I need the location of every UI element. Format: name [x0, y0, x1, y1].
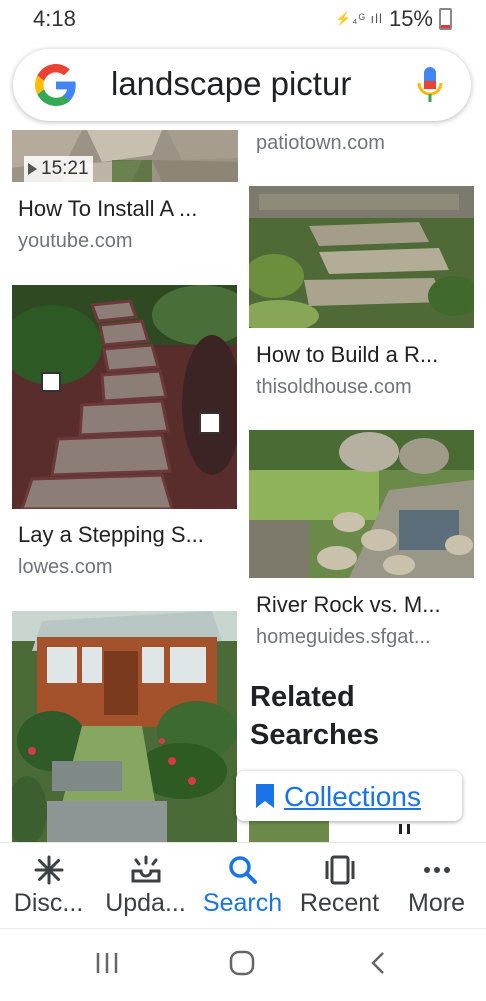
river-rock-image: [249, 430, 474, 578]
back-icon[interactable]: [368, 949, 388, 977]
result-source[interactable]: patiotown.com: [256, 132, 385, 155]
related-searches-heading: Related Searches: [250, 678, 379, 754]
system-navigation: [0, 928, 486, 1001]
nav-label: More: [408, 889, 465, 917]
nav-label: Recent: [299, 889, 380, 917]
play-icon: [28, 163, 37, 175]
nav-search[interactable]: Search: [194, 843, 291, 929]
video-duration-badge: 15:21: [24, 156, 93, 182]
asterisk-icon: [34, 855, 63, 885]
recent-apps-icon[interactable]: [94, 949, 120, 977]
video-duration: 15:21: [41, 158, 89, 179]
nav-label: Search: [202, 889, 283, 917]
greenhouse-image: [12, 611, 237, 842]
recent-icon: [325, 855, 354, 885]
more-icon: [423, 867, 450, 873]
result-title[interactable]: How to Build a R...: [256, 342, 438, 368]
result-title[interactable]: How To Install A ...: [18, 196, 197, 222]
result-thumbnail[interactable]: [249, 430, 474, 578]
related-heading-line2: Searches: [250, 719, 379, 751]
result-thumbnail[interactable]: [12, 285, 237, 509]
result-thumbnail[interactable]: 15:21: [12, 130, 238, 182]
result-source[interactable]: youtube.com: [18, 230, 133, 253]
signal-icon: ⚡₄ᴳ ıll: [335, 11, 383, 26]
status-right: ⚡₄ᴳ ıll 15%: [335, 6, 452, 32]
search-box[interactable]: landscape pictur: [13, 49, 471, 121]
stone-steps-image: [249, 186, 474, 328]
result-title[interactable]: River Rock vs. M...: [256, 592, 441, 618]
nav-recent[interactable]: Recent: [291, 843, 388, 929]
search-input[interactable]: landscape pictur: [111, 65, 397, 103]
nav-more[interactable]: More: [388, 843, 485, 929]
result-title[interactable]: Lay a Stepping S...: [18, 522, 204, 548]
bookmark-icon: [256, 784, 274, 808]
nav-label: Upda...: [105, 889, 186, 917]
image-results: 15:21 How To Install A ... youtube.com p…: [0, 130, 486, 842]
nav-label: Disc...: [13, 889, 84, 917]
battery-icon: [439, 8, 452, 30]
result-source[interactable]: lowes.com: [18, 556, 112, 579]
battery-percent: 15%: [388, 6, 433, 31]
result-source[interactable]: homeguides.sfgat...: [256, 626, 431, 649]
updates-icon: [131, 855, 160, 883]
result-source[interactable]: thisoldhouse.com: [256, 376, 412, 399]
status-time: 4:18: [33, 6, 76, 31]
collections-label: Collections: [284, 781, 421, 812]
nav-discover[interactable]: Disc...: [0, 843, 97, 929]
status-bar: 4:18 ⚡₄ᴳ ıll 15%: [0, 0, 486, 38]
google-logo-icon: [35, 64, 76, 106]
related-heading-line1: Related: [250, 681, 355, 713]
collections-button[interactable]: Collections: [236, 771, 462, 821]
home-icon[interactable]: [228, 949, 256, 977]
mic-icon[interactable]: [416, 65, 444, 105]
search-icon: [228, 856, 257, 884]
result-thumbnail[interactable]: [12, 611, 237, 842]
stepping-stones-image: [12, 285, 237, 509]
bottom-navigation: Disc... Upda... Search Recent More: [0, 842, 486, 929]
nav-updates[interactable]: Upda...: [97, 843, 194, 929]
result-thumbnail[interactable]: [249, 186, 474, 328]
